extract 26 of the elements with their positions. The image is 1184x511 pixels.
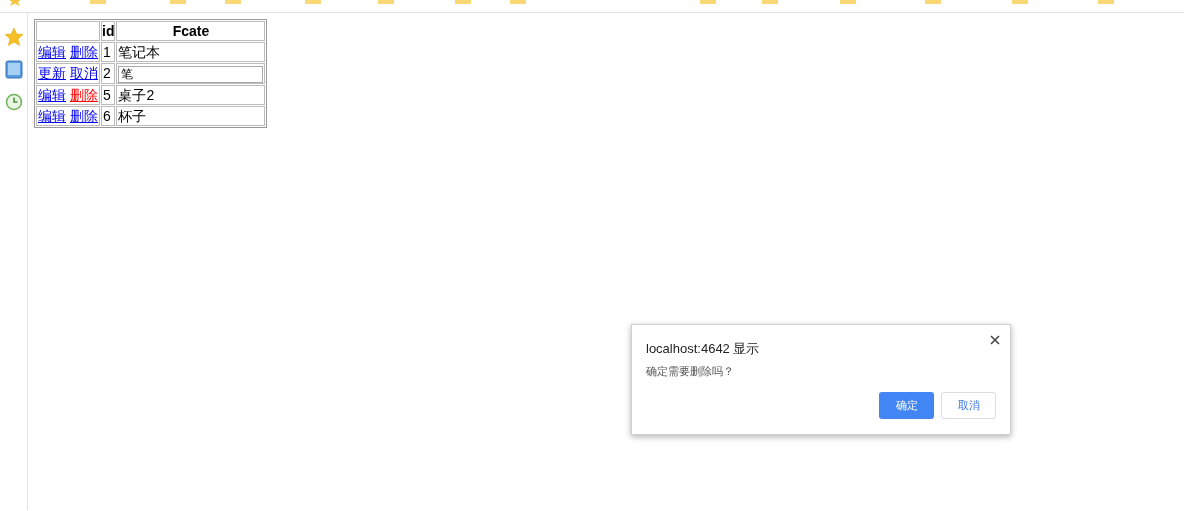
dialog-title: localhost:4642 显示 <box>646 341 761 357</box>
table-cell: 1 <box>101 42 116 62</box>
row-action-link[interactable]: 更新 <box>38 65 66 82</box>
table-cell: 笔记本 <box>118 44 161 60</box>
dialog-message: 确定需要删除吗？ <box>646 364 735 378</box>
tablet-icon[interactable] <box>4 60 23 80</box>
column-header: Fcate <box>116 21 266 41</box>
row-action-link[interactable]: 删除 <box>70 86 98 103</box>
row-action-link[interactable]: 取消 <box>70 65 98 82</box>
table-cell: 杯子 <box>118 107 147 124</box>
star-icon[interactable] <box>3 27 24 47</box>
row-action-link[interactable]: 删除 <box>70 107 98 124</box>
row-action-link[interactable]: 删除 <box>70 44 98 60</box>
row-action-link[interactable]: 编辑 <box>38 86 66 103</box>
column-header: id <box>101 21 116 41</box>
row-action-link[interactable]: 编辑 <box>38 44 66 60</box>
input-field[interactable]: 笔 <box>118 65 264 83</box>
clock-icon[interactable] <box>4 93 23 111</box>
table-cell: 2 <box>101 63 116 84</box>
table-cell: 5 <box>101 84 116 105</box>
row-action-link[interactable]: 编辑 <box>38 107 66 124</box>
table-cell: 6 <box>101 105 116 126</box>
dialog-button[interactable]: 确定 <box>879 392 934 419</box>
close-icon[interactable] <box>990 335 1000 345</box>
dialog-button[interactable]: 取消 <box>941 392 996 419</box>
table-cell: 桌子2 <box>118 86 155 103</box>
